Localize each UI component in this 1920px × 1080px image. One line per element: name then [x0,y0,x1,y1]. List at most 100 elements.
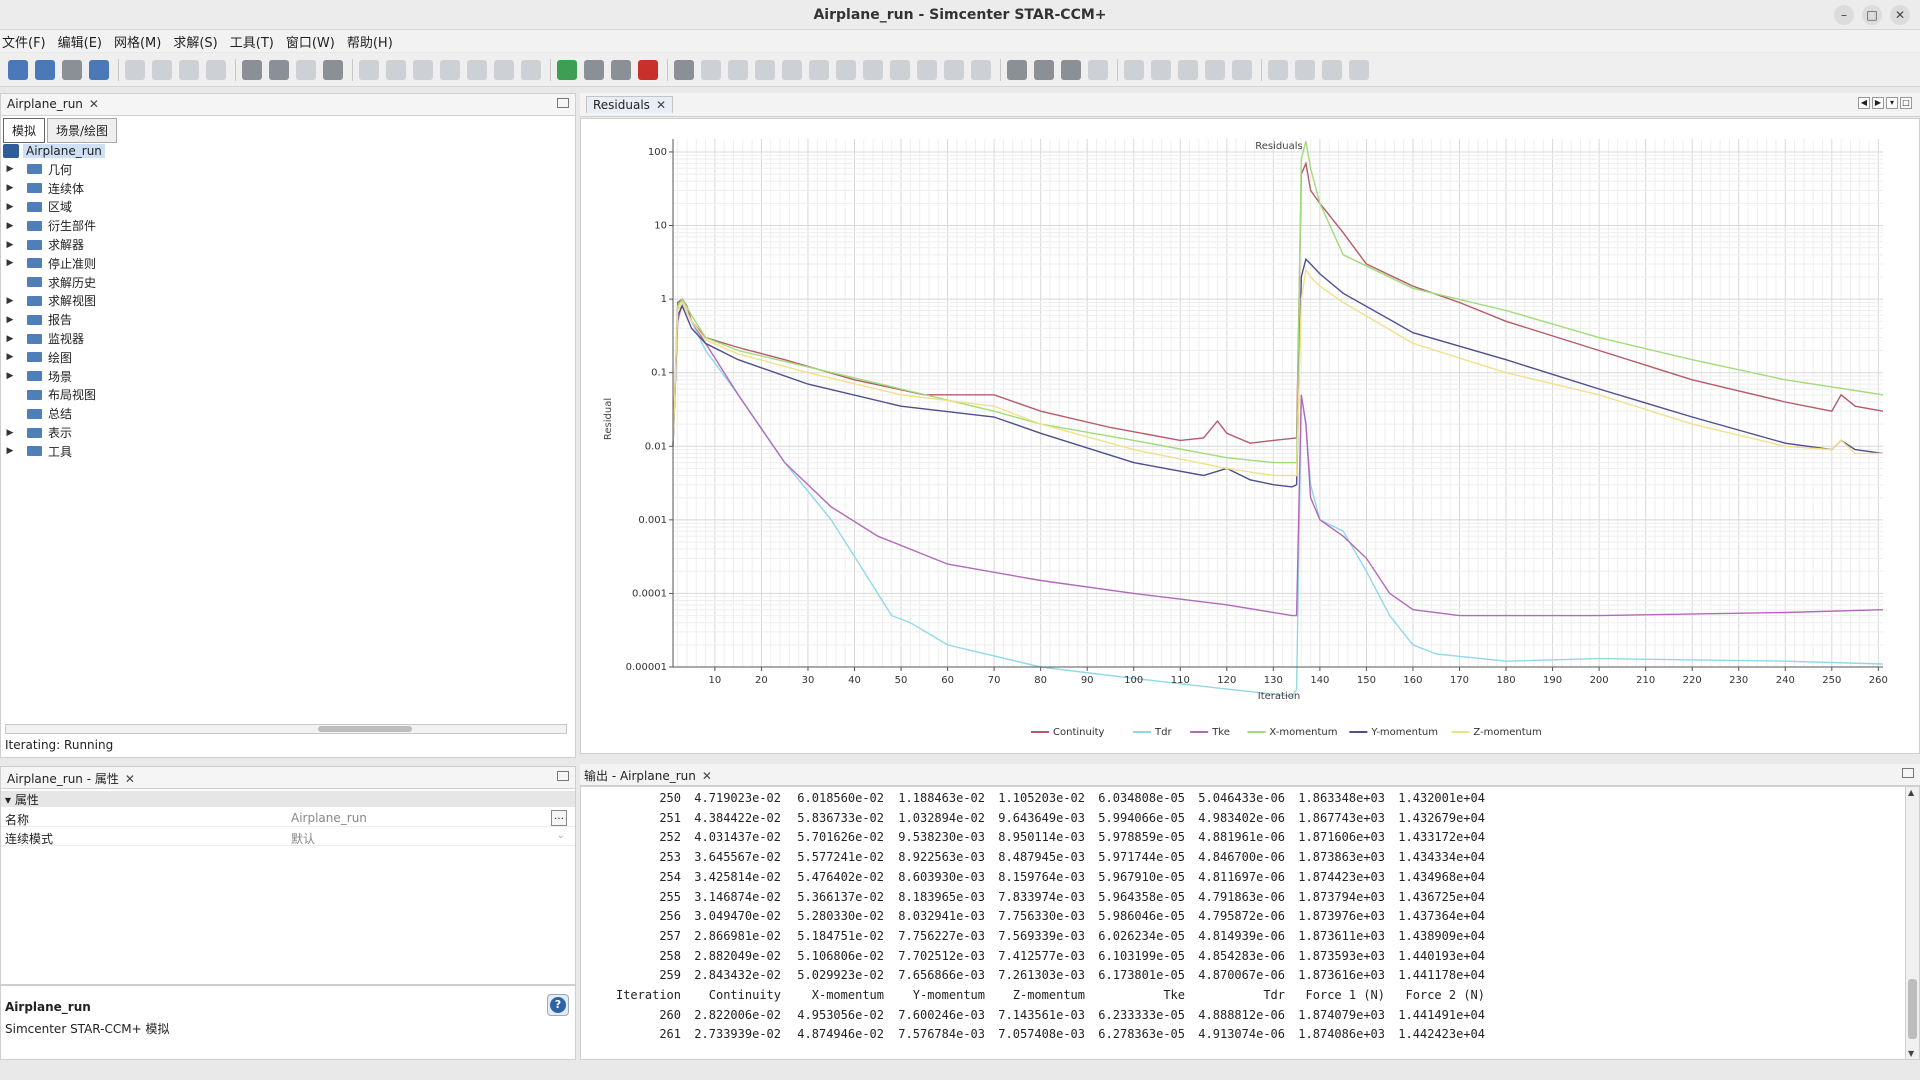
surface-tool-icon[interactable] [494,59,514,80]
maximize-panel-icon[interactable]: □ [1900,97,1912,109]
expand-arrow-icon[interactable]: ▶ [3,164,17,174]
tree-item[interactable]: ▶ 衍生部件 [3,216,563,235]
view-icon[interactable] [782,59,802,80]
tab-list-icon[interactable]: ▾ [1886,97,1898,109]
screenshot-icon[interactable] [1268,59,1288,80]
expand-arrow-icon[interactable]: ▶ [3,258,17,268]
close-icon[interactable]: ✕ [702,769,712,783]
expand-arrow-icon[interactable]: ▶ [3,428,17,438]
open-icon[interactable] [35,59,55,80]
tree-item[interactable]: ▶ 停止准则 [3,254,563,273]
property-row-mode[interactable]: 连续模式 默认 ⌄ [1,828,575,846]
property-value[interactable]: Airplane_run [291,811,367,825]
close-icon[interactable]: ✕ [1890,5,1910,25]
volume-tool-icon[interactable] [521,59,541,80]
new-scene-icon[interactable] [674,59,694,80]
tree-item[interactable]: ▶ 连续体 [3,179,563,198]
pan-icon[interactable] [890,59,910,80]
new-simulation-icon[interactable] [8,59,28,80]
flag-icon[interactable] [467,59,487,80]
stop-macro-icon[interactable] [323,59,343,80]
play-animation-icon[interactable] [1124,59,1144,80]
stop-animation-icon[interactable] [1151,59,1171,80]
tree-item[interactable]: 总结 [3,404,563,423]
step-forward-icon[interactable] [1205,59,1225,80]
layout-icon[interactable] [701,59,721,80]
vertical-scrollbar[interactable]: ▲ ▼ [1905,787,1919,1059]
tree-item[interactable]: ▶ 区域 [3,198,563,217]
output-console[interactable]: 250 4.719023e-02 6.018560e-02 1.188463e-02 1… [580,786,1920,1060]
settings-icon[interactable] [1322,59,1342,80]
region-tool-icon[interactable] [413,59,433,80]
reset-view-icon[interactable] [971,59,991,80]
tab-output[interactable]: 输出 - Airplane_run ✕ [584,767,712,784]
expand-arrow-icon[interactable]: ▶ [3,446,17,456]
tree-item[interactable]: 布局视图 [3,386,563,405]
tree-item[interactable]: ▶ 监视器 [3,329,563,348]
tree-item[interactable]: ▶ 求解器 [3,235,563,254]
stop-solver-icon[interactable] [638,59,658,80]
export-icon[interactable] [1295,59,1315,80]
menu-mesh[interactable]: 网格(M) [114,32,161,51]
rotate-icon[interactable] [863,59,883,80]
grid-icon[interactable] [728,59,748,80]
expand-arrow-icon[interactable]: ▶ [3,315,17,325]
scroll-down-icon[interactable]: ▼ [1908,1049,1914,1058]
forward-icon[interactable] [836,59,856,80]
residuals-plot[interactable]: 10 20 30 40 50 60 70 80 90 100 110 120 130 140 150 160 1… [580,118,1920,754]
expand-arrow-icon[interactable]: ▶ [3,371,17,381]
menu-tools[interactable]: 工具(T) [230,32,274,51]
expand-arrow-icon[interactable]: ▶ [3,352,17,362]
menu-window[interactable]: 窗口(W) [286,32,335,51]
parts-tool-icon[interactable] [440,59,460,80]
tab-scroll-left-icon[interactable]: ◀ [1858,97,1870,109]
geometry-tool-icon[interactable] [359,59,379,80]
fit-icon[interactable] [944,59,964,80]
pause-macro-icon[interactable] [296,59,316,80]
expand-arrow-icon[interactable]: ▶ [3,183,17,193]
tree-root[interactable]: Airplane_run [3,142,563,160]
expand-arrow-icon[interactable]: ▶ [3,334,17,344]
redo-icon[interactable] [206,59,226,80]
tab-residuals[interactable]: Residuals ✕ [586,96,673,113]
tree-panel-tab[interactable]: Airplane_run ✕ [1,94,575,116]
step-run-icon[interactable] [584,59,604,80]
back-icon[interactable] [809,59,829,80]
maximize-icon[interactable]: □ [1862,5,1882,25]
minimize-panel-icon[interactable] [1902,768,1914,778]
initialize-flag-icon[interactable] [557,59,577,80]
save-icon[interactable] [62,59,82,80]
expand-arrow-icon[interactable]: ▶ [3,221,17,231]
tree-item[interactable]: 求解历史 [3,273,563,292]
tree-item[interactable]: ▶ 场景 [3,367,563,386]
minimize-icon[interactable]: – [1834,5,1854,25]
scroll-up-icon[interactable]: ▲ [1908,788,1914,797]
record-animation-icon[interactable] [1232,59,1252,80]
minimize-panel-icon[interactable] [557,98,569,108]
pick-icon[interactable] [1088,59,1108,80]
zoom-icon[interactable] [917,59,937,80]
tree-item[interactable]: ▶ 报告 [3,310,563,329]
copy-icon[interactable] [125,59,145,80]
select-plot-icon[interactable] [1061,59,1081,80]
residuals-chart[interactable]: 10 20 30 40 50 60 70 80 90 100 110 120 130 140 150 160 1… [581,119,1919,753]
undo-icon[interactable] [179,59,199,80]
tree-item[interactable]: ▶ 绘图 [3,348,563,367]
more-icon[interactable] [1349,59,1369,80]
select-icon[interactable] [755,59,775,80]
expand-arrow-icon[interactable]: ▶ [3,202,17,212]
tab-simulation[interactable]: 模拟 [3,118,46,143]
menu-file[interactable]: 文件(F) [2,32,46,51]
zoom-plot-icon[interactable] [1034,59,1054,80]
properties-panel-tab[interactable]: Airplane_run - 属性 ✕ [1,767,575,789]
paste-icon[interactable] [152,59,172,80]
menu-solve[interactable]: 求解(S) [173,32,217,51]
tree-item[interactable]: ▶ 求解视图 [3,292,563,311]
edit-button[interactable]: … [551,810,567,826]
minimize-panel-icon[interactable] [557,771,569,781]
expand-arrow-icon[interactable]: ▶ [3,240,17,250]
tab-scenes-plots[interactable]: 场景/绘图 [47,118,118,143]
expand-arrow-icon[interactable]: ▶ [3,296,17,306]
step-back-icon[interactable] [1178,59,1198,80]
play-macro-icon[interactable] [242,59,262,80]
